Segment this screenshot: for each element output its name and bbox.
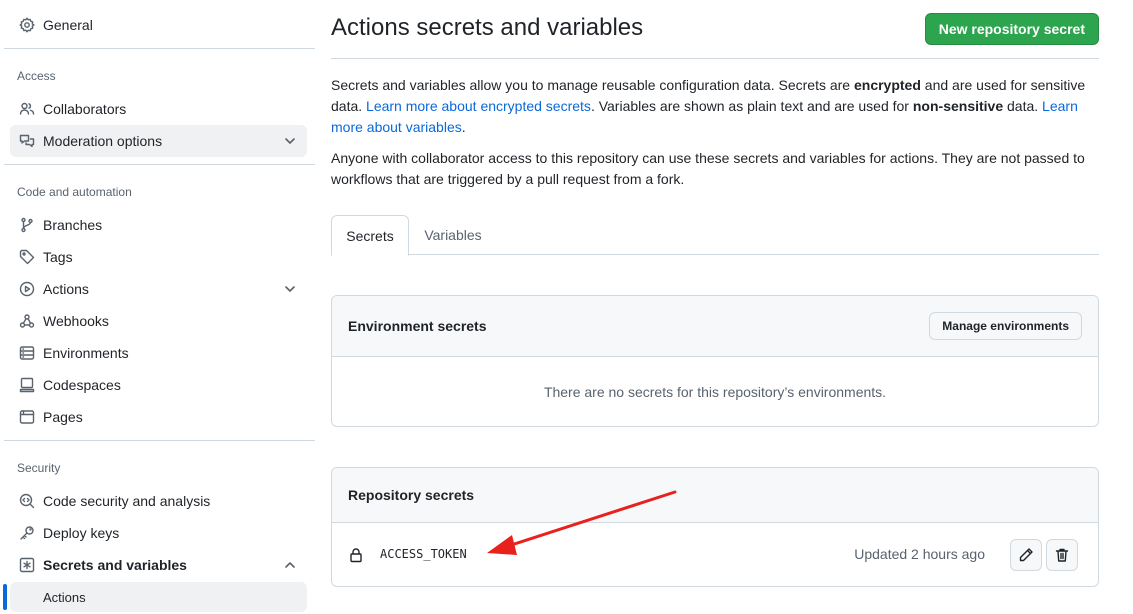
environment-secrets-heading: Environment secrets xyxy=(348,318,487,334)
gear-icon xyxy=(19,17,35,33)
new-repository-secret-button[interactable]: New repository secret xyxy=(924,13,1099,45)
people-icon xyxy=(19,101,35,117)
sidebar-item-moderation-options[interactable]: Moderation options xyxy=(10,125,307,157)
sidebar-item-label: Codespaces xyxy=(43,377,121,393)
secret-updated-time: Updated 2 hours ago xyxy=(854,546,985,562)
delete-secret-button[interactable] xyxy=(1046,539,1078,571)
sidebar-divider xyxy=(4,164,315,165)
chevron-down-icon[interactable] xyxy=(283,282,297,296)
tab-bar: Secrets Variables xyxy=(331,215,1099,256)
tag-icon xyxy=(19,249,35,265)
secret-name: ACCESS_TOKEN xyxy=(380,547,467,561)
key-icon xyxy=(19,525,35,541)
sidebar-item-general[interactable]: General xyxy=(10,9,307,41)
sidebar-item-label: Secrets and variables xyxy=(43,557,187,573)
webhook-icon xyxy=(19,313,35,329)
sidebar-item-label: General xyxy=(43,17,93,33)
desc-text: data. xyxy=(1003,98,1043,114)
sidebar-item-label: Moderation options xyxy=(43,133,163,149)
play-icon xyxy=(19,281,35,297)
sidebar-item-label: Code security and analysis xyxy=(43,493,211,509)
repository-secrets-header: Repository secrets xyxy=(332,468,1098,523)
repository-secrets-heading: Repository secrets xyxy=(348,487,475,503)
sidebar-item-branches[interactable]: Branches xyxy=(10,209,307,241)
sidebar-item-label: Pages xyxy=(43,409,83,425)
desc-text: . Variables are shown as plain text and … xyxy=(590,98,913,114)
sidebar-item-pages[interactable]: Pages xyxy=(10,401,307,433)
browser-icon xyxy=(19,409,35,425)
sidebar-item-label: Environments xyxy=(43,345,129,361)
desc-bold-non-sensitive: non-sensitive xyxy=(912,98,1004,114)
sidebar-item-environments[interactable]: Environments xyxy=(10,337,307,369)
description-secrets-variables: Secrets and variables allow you to manag… xyxy=(331,75,1099,138)
sidebar-item-tags[interactable]: Tags xyxy=(10,241,307,273)
sidebar-item-label: Actions xyxy=(43,281,89,297)
learn-more-secrets-link[interactable]: Learn more about encrypted secrets xyxy=(366,98,591,114)
sidebar-item-webhooks[interactable]: Webhooks xyxy=(10,305,307,337)
sidebar-item-label: Webhooks xyxy=(43,313,109,329)
codespaces-icon xyxy=(19,377,35,393)
lock-icon xyxy=(348,547,364,563)
asterisk-icon xyxy=(19,557,35,573)
desc-bold-encrypted: encrypted xyxy=(853,77,921,93)
environment-secrets-box: Environment secrets Manage environments … xyxy=(331,295,1099,427)
sidebar-item-collaborators[interactable]: Collaborators xyxy=(10,93,307,125)
active-indicator xyxy=(3,584,7,610)
sidebar-subitem-actions[interactable]: Actions xyxy=(10,582,307,612)
server-icon xyxy=(19,345,35,361)
sidebar-item-secrets-variables[interactable]: Secrets and variables xyxy=(10,549,307,581)
title-divider xyxy=(331,58,1099,59)
pencil-icon xyxy=(1019,548,1033,562)
tab-secrets[interactable]: Secrets xyxy=(331,215,409,256)
chevron-down-icon[interactable] xyxy=(283,134,297,148)
sidebar-item-deploy-keys[interactable]: Deploy keys xyxy=(10,517,307,549)
environment-secrets-header: Environment secrets Manage environments xyxy=(332,296,1098,357)
edit-secret-button[interactable] xyxy=(1010,539,1042,571)
manage-environments-button[interactable]: Manage environments xyxy=(929,312,1082,340)
desc-text: Secrets and variables allow you to manag… xyxy=(331,77,854,93)
settings-sidebar: General Access Collaborators Moderation … xyxy=(0,0,315,614)
sidebar-item-actions[interactable]: Actions xyxy=(10,273,307,305)
git-branch-icon xyxy=(19,217,35,233)
tab-variables[interactable]: Variables xyxy=(409,215,497,255)
sidebar-item-label: Deploy keys xyxy=(43,525,120,541)
secret-row: ACCESS_TOKEN Updated 2 hours ago xyxy=(332,523,1098,586)
chevron-up-icon[interactable] xyxy=(283,558,297,572)
sidebar-item-label: Collaborators xyxy=(43,101,127,117)
description-collaborator-access: Anyone with collaborator access to this … xyxy=(331,150,1085,187)
sidebar-item-codespaces[interactable]: Codespaces xyxy=(10,369,307,401)
section-heading-code-automation: Code and automation xyxy=(17,185,132,199)
sidebar-item-label: Tags xyxy=(43,249,73,265)
codescan-icon xyxy=(19,493,35,509)
trash-icon xyxy=(1055,548,1069,562)
sidebar-divider xyxy=(4,440,315,441)
section-heading-security: Security xyxy=(17,461,61,475)
sidebar-item-code-security[interactable]: Code security and analysis xyxy=(10,485,307,517)
section-heading-access: Access xyxy=(17,69,56,83)
page-title: Actions secrets and variables xyxy=(331,14,644,41)
sidebar-item-label: Branches xyxy=(43,217,103,233)
sidebar-subitem-label: Actions xyxy=(43,589,86,605)
sidebar-divider xyxy=(4,48,315,49)
comment-discussion-icon xyxy=(19,133,35,149)
environment-secrets-empty-message: There are no secrets for this repository… xyxy=(543,383,887,400)
repository-secrets-box: Repository secrets ACCESS_TOKEN Updated … xyxy=(331,467,1099,587)
desc-text: . xyxy=(461,119,466,135)
